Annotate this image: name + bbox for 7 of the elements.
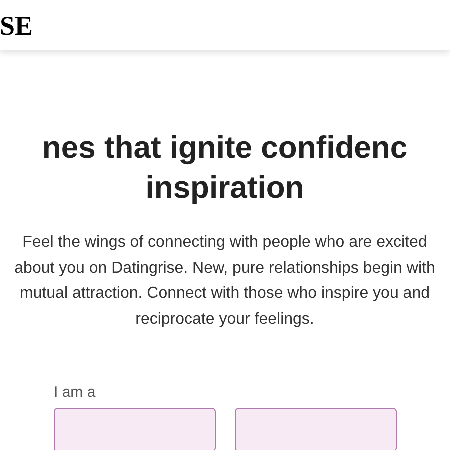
description: Feel the wings of connecting with people who are excited about you on Datingrise. New, pure relationships begin with mutual attraction. Connect with those who inspire you and reciprocate your feelings. — [14, 233, 436, 330]
logo[interactable]: SE — [0, 12, 34, 40]
headline: nes that ignite confidenc — [42, 129, 408, 167]
headline: inspiration — [146, 169, 304, 207]
field-label: I am a — [54, 384, 97, 402]
select-field[interactable] — [54, 408, 216, 450]
select-field[interactable] — [235, 408, 397, 450]
